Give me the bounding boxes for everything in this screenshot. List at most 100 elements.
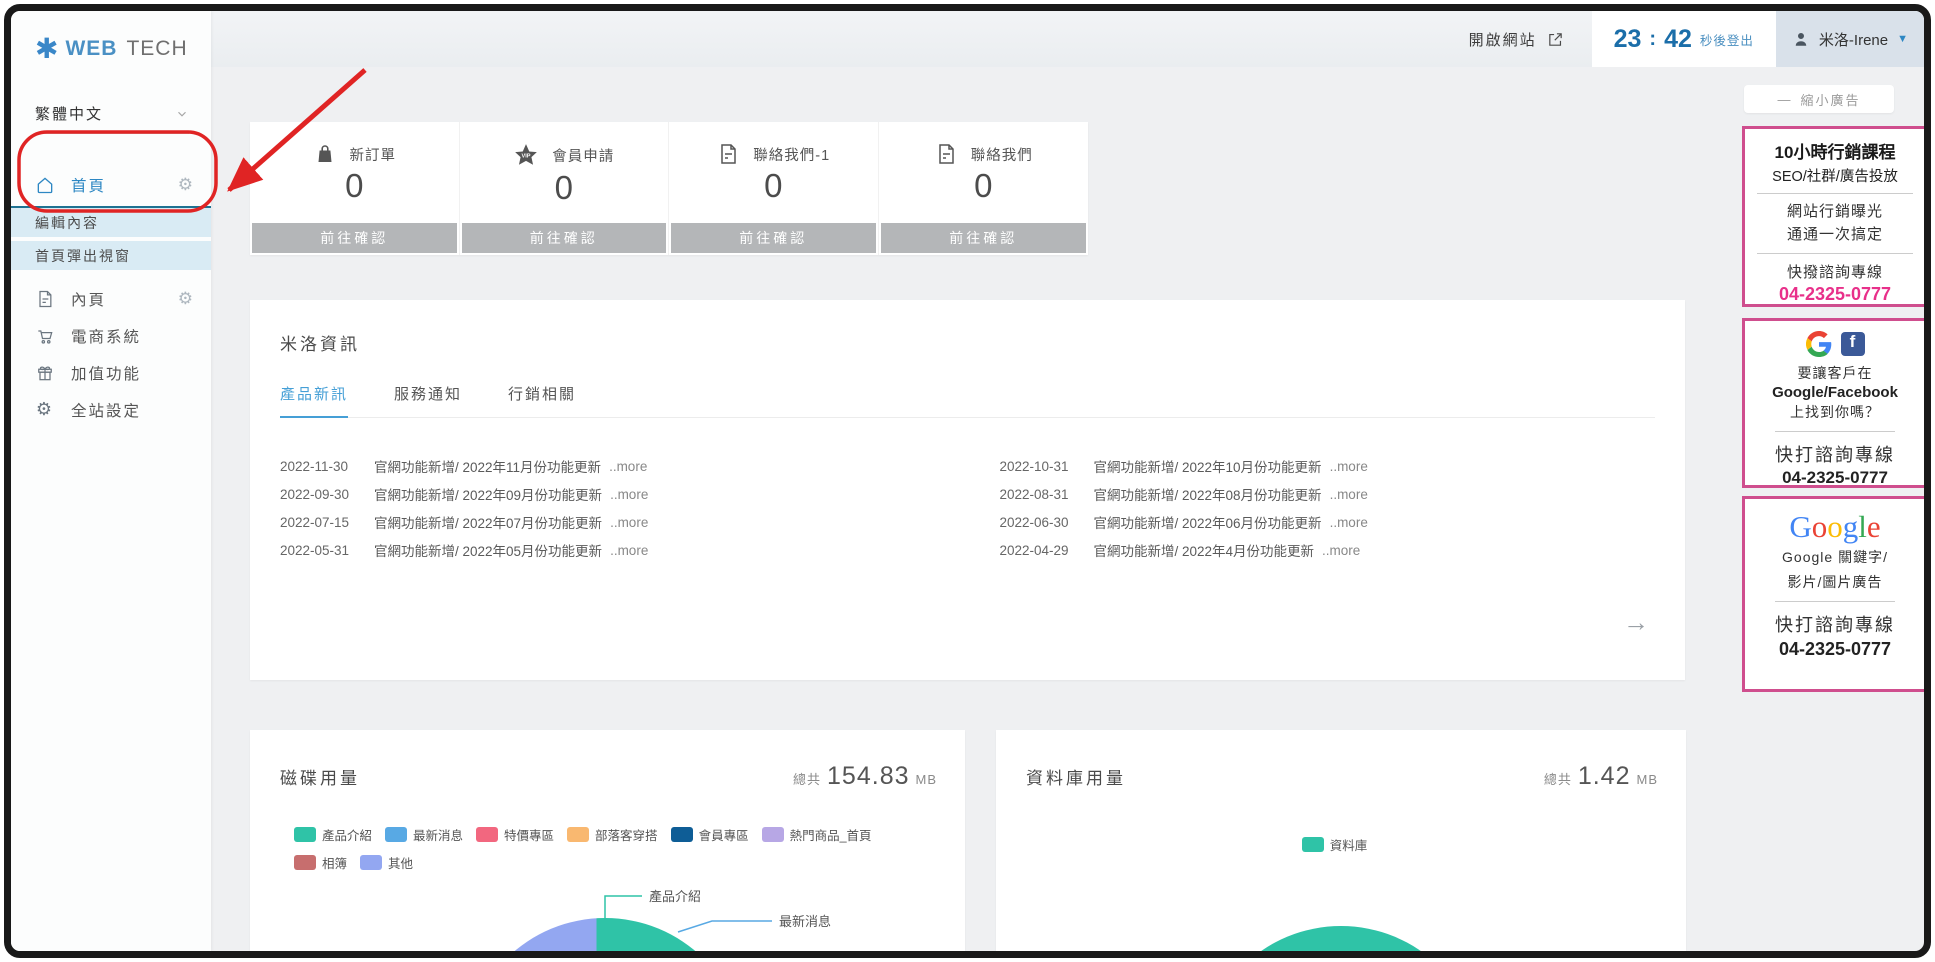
vip-star-icon: VIP <box>513 142 539 168</box>
pie-callouts: 產品介紹 最新消息 <box>250 880 965 950</box>
news-more-link[interactable]: ..more <box>1330 459 1368 474</box>
legend-item: 產品介紹 <box>294 825 372 844</box>
legend-chip <box>1302 837 1324 852</box>
stat-label: 新訂單 <box>350 144 397 165</box>
gear-icon: ⚙ <box>35 399 55 420</box>
brand-name-secondary: TECH <box>126 37 187 61</box>
news-text: 官網功能新增/ 2022年11月份功能更新 <box>374 456 601 476</box>
document-icon <box>35 289 55 309</box>
go-confirm-button[interactable]: 前往確認 <box>671 223 876 253</box>
legend-chip <box>360 855 382 870</box>
disk-usage-title: 磁碟用量 <box>280 764 360 789</box>
screenshot-shell: ✱ WEB TECH 繁體中文 首頁 ⚙ 編輯內容 首頁彈出視窗 <box>0 0 1935 962</box>
logout-timer: 23 : 42 秒後登出 <box>1592 11 1776 67</box>
news-date: 2022-05-31 <box>280 543 374 558</box>
user-name: 米洛-Irene <box>1819 29 1888 50</box>
chevron-down-icon: ▼ <box>1897 33 1908 45</box>
ad-line: 網站行銷曝光 <box>1745 201 1925 224</box>
news-more-link[interactable]: ..more <box>1330 515 1368 530</box>
news-more-link[interactable]: ..more <box>1330 487 1368 502</box>
news-more-link[interactable]: ..more <box>610 487 648 502</box>
news-date: 2022-06-30 <box>1000 515 1094 530</box>
collapse-ads-button[interactable]: — 縮小廣告 <box>1744 85 1894 113</box>
sidebar-subitem-label: 編輯內容 <box>35 213 99 233</box>
ad-logos: f <box>1745 331 1925 357</box>
disk-usage-total: 總共154.83MB <box>793 762 937 791</box>
external-link-icon <box>1547 31 1564 48</box>
news-item: 2022-04-29 官網功能新增/ 2022年4月份功能更新 ..more <box>1000 536 1656 564</box>
news-text: 官網功能新增/ 2022年08月份功能更新 <box>1094 484 1322 504</box>
legend-chip <box>762 827 784 842</box>
ad-line: 通通一次搞定 <box>1745 224 1925 247</box>
tab-service-notice[interactable]: 服務通知 <box>394 383 462 417</box>
go-confirm-button[interactable]: 前往確認 <box>881 223 1087 253</box>
ad-line: Google 關鍵字/ <box>1745 547 1925 567</box>
stat-card-member-applications: VIP 會員申請 0 前往確認 <box>460 122 670 255</box>
google-g-icon <box>1806 331 1832 357</box>
open-site-link[interactable]: 開啟網站 <box>1469 11 1564 67</box>
stat-card-contact-us: 聯絡我們 0 前往確認 <box>879 122 1089 255</box>
news-more-link[interactable]: ..more <box>610 515 648 530</box>
news-item: 2022-11-30 官網功能新增/ 2022年11月份功能更新 ..more <box>280 452 968 480</box>
disk-legend: 產品介紹 最新消息 特價專區 部落客穿搭 會員專區 熱門商品_首頁 相簿 其他 <box>294 825 949 872</box>
sidebar-item-ecommerce[interactable]: 電商系統 <box>11 317 211 354</box>
document-icon <box>716 142 740 166</box>
timer-seconds: 42 <box>1664 25 1692 54</box>
ad-marketing-course[interactable]: 10小時行銷課程 SEO/社群/廣告投放 網站行銷曝光 通通一次搞定 快撥諮詢專… <box>1742 126 1928 307</box>
legend-chip <box>294 827 316 842</box>
main-area: 開啟網站 23 : 42 秒後登出 米洛-Irene ▼ <box>211 11 1924 951</box>
legend-chip <box>671 827 693 842</box>
gear-icon[interactable]: ⚙ <box>178 290 195 307</box>
user-menu[interactable]: 米洛-Irene ▼ <box>1776 11 1924 67</box>
tab-product-news[interactable]: 產品新訊 <box>280 383 348 418</box>
news-item: 2022-10-31 官網功能新增/ 2022年10月份功能更新 ..more <box>1000 452 1656 480</box>
next-page-arrow-icon[interactable]: → <box>1623 607 1649 638</box>
sidebar-item-inner-pages[interactable]: 內頁 ⚙ <box>11 280 211 317</box>
home-icon <box>35 175 55 195</box>
sidebar-subitem-home-popup[interactable]: 首頁彈出視窗 <box>11 241 211 270</box>
sidebar: ✱ WEB TECH 繁體中文 首頁 ⚙ 編輯內容 首頁彈出視窗 <box>11 11 211 951</box>
news-more-link[interactable]: ..more <box>609 459 647 474</box>
news-more-link[interactable]: ..more <box>610 543 648 558</box>
news-column-left: 2022-11-30 官網功能新增/ 2022年11月份功能更新 ..more … <box>280 452 968 564</box>
db-total-value: 1.42 <box>1578 762 1631 790</box>
news-item: 2022-08-31 官網功能新增/ 2022年08月份功能更新 ..more <box>1000 480 1656 508</box>
person-icon <box>1792 30 1810 48</box>
news-panel-title: 米洛資訊 <box>280 330 1685 355</box>
news-tabs: 產品新訊 服務通知 行銷相關 <box>280 383 1655 418</box>
tab-marketing[interactable]: 行銷相關 <box>508 383 576 417</box>
news-date: 2022-09-30 <box>280 487 374 502</box>
chevron-down-icon <box>175 107 189 121</box>
ad-hotline-label: 快撥諮詢專線 <box>1745 261 1925 282</box>
document-icon <box>934 142 958 166</box>
go-confirm-button[interactable]: 前往確認 <box>252 223 457 253</box>
news-date: 2022-11-30 <box>280 459 374 474</box>
minus-icon: — <box>1777 92 1792 107</box>
database-usage-total: 總共1.42MB <box>1544 762 1658 791</box>
gift-icon <box>35 363 55 383</box>
database-legend: 資料庫 <box>1016 835 1666 854</box>
timer-minutes: 23 <box>1614 25 1642 54</box>
database-usage-title: 資料庫用量 <box>1026 764 1126 789</box>
ad-google-facebook[interactable]: f 要讓客戶在 Google/Facebook 上找到你嗎？ 快打諮詢專線 04… <box>1742 318 1928 488</box>
sidebar-item-site-settings[interactable]: ⚙ 全站設定 <box>11 391 211 428</box>
sidebar-item-home[interactable]: 首頁 ⚙ <box>11 166 211 203</box>
legend-item: 其他 <box>360 853 413 872</box>
news-text: 官網功能新增/ 2022年06月份功能更新 <box>1094 512 1322 532</box>
database-usage-panel: 資料庫用量 總共1.42MB 資料庫 <box>996 730 1686 958</box>
sidebar-subitem-edit-content[interactable]: 編輯內容 <box>11 208 211 237</box>
stat-value: 0 <box>250 167 459 205</box>
news-more-link[interactable]: ..more <box>1322 543 1360 558</box>
go-confirm-button[interactable]: 前往確認 <box>462 223 667 253</box>
sidebar-item-addons[interactable]: 加值功能 <box>11 354 211 391</box>
sidebar-item-label: 電商系統 <box>71 325 141 347</box>
stat-cards-panel: 新訂單 0 前往確認 VIP 會員申請 0 前往確認 聯絡我們 <box>250 122 1088 255</box>
stat-value: 0 <box>879 167 1089 205</box>
gear-icon[interactable]: ⚙ <box>178 176 195 193</box>
stat-label: 聯絡我們-1 <box>753 144 830 165</box>
ad-google-ads[interactable]: Google Google 關鍵字/ 影片/圖片廣告 快打諮詢專線 04-232… <box>1742 496 1928 692</box>
language-selector[interactable]: 繁體中文 <box>35 103 189 134</box>
news-item: 2022-07-15 官網功能新增/ 2022年07月份功能更新 ..more <box>280 508 968 536</box>
news-date: 2022-07-15 <box>280 515 374 530</box>
news-text: 官網功能新增/ 2022年4月份功能更新 <box>1094 540 1315 560</box>
